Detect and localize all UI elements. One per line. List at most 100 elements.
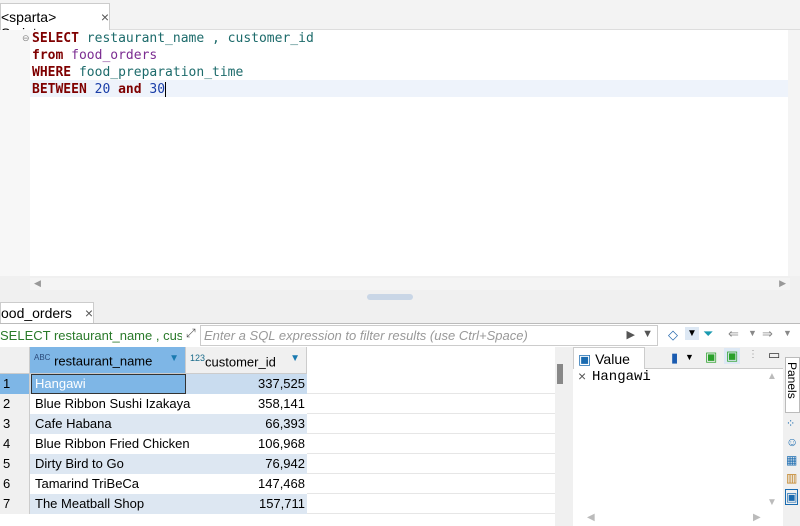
editor-gutter: ⊖ (0, 30, 30, 276)
horizontal-scrollbar[interactable]: ◀ ▶ (30, 278, 790, 290)
cell-restaurant-name[interactable]: Dirty Bird to Go (35, 456, 124, 471)
panel-sash[interactable] (367, 294, 413, 300)
text-type-icon: ABC (34, 353, 51, 362)
close-icon[interactable]: × (578, 368, 586, 384)
history-dropdown-icon[interactable]: ▼ (642, 328, 653, 340)
row-number: 3 (3, 416, 11, 431)
panels-toggle[interactable]: Panels (785, 357, 800, 413)
cell-restaurant-name[interactable]: The Meatball Shop (35, 496, 144, 511)
keyword: SELECT (32, 31, 79, 46)
column-name: customer_id (205, 354, 276, 370)
row-number: 5 (3, 456, 11, 471)
scroll-left-icon[interactable]: ◀ (587, 512, 595, 523)
expand-icon[interactable]: ⤢ (186, 326, 196, 341)
tab-script[interactable]: <sparta> Script × (0, 3, 110, 41)
more-icon[interactable]: ⋮ (748, 349, 758, 360)
auto-save-icon[interactable]: ▣ (724, 348, 741, 364)
run-filter-icon[interactable]: ▶ (627, 328, 635, 341)
save-icon[interactable]: ▣ (705, 349, 717, 365)
content-viewer-icon[interactable]: ▮ (671, 350, 678, 366)
value-viewer-icon[interactable]: ▣ (785, 489, 799, 505)
text-cursor (165, 82, 167, 97)
right-sidebar: Panels ⁘ ☺ ▦ ▥ ▣ (785, 347, 800, 526)
cell-customer-id[interactable]: 337,525 (258, 376, 305, 391)
value-panel: ▣ Value × ▮ ▼ ▣ ▣ ⋮ ▭ Hangawi ▲ ▼ ◀ ▶ (573, 347, 783, 526)
table-row[interactable]: 2 Blue Ribbon Sushi Izakaya 358,141 (0, 394, 555, 414)
code-line-4: BETWEEN 20 and 30 (32, 81, 167, 98)
back-dropdown-icon[interactable]: ▼ (748, 328, 757, 338)
tab-label: <sparta> Script (1, 9, 57, 41)
back-icon[interactable]: ⇐ (728, 326, 739, 342)
cell-customer-id[interactable]: 106,968 (258, 436, 305, 451)
sql-editor[interactable]: ⊖ SELECT restaurant_name , customer_id f… (0, 30, 800, 276)
filter-icon[interactable]: ⏷ (703, 326, 713, 342)
scroll-up-icon[interactable]: ▲ (767, 371, 777, 382)
column-name: restaurant_name (54, 353, 153, 369)
code-line-1: SELECT restaurant_name , customer_id (32, 30, 314, 47)
number: 20 (94, 82, 111, 97)
tab-results[interactable]: ood_orders 1 × (0, 302, 94, 337)
cell-restaurant-name[interactable]: Cafe Habana (35, 416, 112, 431)
cell-customer-id[interactable]: 358,141 (258, 396, 305, 411)
cell-restaurant-name[interactable]: Blue Ribbon Sushi Izakaya (35, 396, 190, 411)
code-line-3: WHERE food_preparation_time (32, 64, 243, 81)
grouping-icon[interactable]: ▦ (786, 453, 797, 467)
filter-bar: SELECT restaurant_name , custor ⤢ Enter … (0, 323, 800, 347)
row-number: 6 (3, 476, 11, 491)
keyword: and (118, 82, 142, 97)
value-panel-header: ▣ Value × ▮ ▼ ▣ ▣ ⋮ ▭ (573, 347, 783, 384)
value-content[interactable]: Hangawi (592, 369, 651, 385)
sort-icon[interactable]: ▼ (290, 353, 300, 364)
cell-customer-id[interactable]: 76,942 (265, 456, 305, 471)
cell-customer-id[interactable]: 157,711 (259, 496, 305, 511)
cell-customer-id[interactable]: 147,468 (258, 476, 305, 491)
scroll-down-icon[interactable]: ▼ (767, 497, 777, 508)
grid-scrollbar-thumb[interactable] (557, 364, 563, 384)
cell-restaurant-name[interactable]: Tamarind TriBeCa (35, 476, 139, 491)
filter-input[interactable]: Enter a SQL expression to filter results… (200, 325, 658, 346)
column-header-restaurant-name[interactable]: ABC restaurant_name ▼ (30, 347, 186, 374)
table-row[interactable]: 3 Cafe Habana 66,393 (0, 414, 555, 434)
table-row[interactable]: 6 Tamarind TriBeCa 147,468 (0, 474, 555, 494)
row-number: 1 (3, 376, 11, 391)
close-icon[interactable]: × (85, 305, 93, 323)
column-header-customer-id[interactable]: 123customer_id ▼ (186, 347, 307, 374)
eraser-icon[interactable]: ◇ (668, 327, 678, 343)
minimize-icon[interactable]: ▭ (768, 347, 780, 363)
cell-restaurant-name[interactable]: Blue Ribbon Fried Chicken (35, 436, 190, 451)
viewer-dropdown-icon[interactable]: ▼ (685, 352, 694, 362)
row-number: 7 (3, 496, 11, 511)
query-text: SELECT restaurant_name , custor (0, 328, 182, 343)
cell-restaurant-name[interactable]: Hangawi (35, 376, 86, 391)
fold-icon[interactable]: ⊖ (22, 33, 30, 44)
sort-icon[interactable]: ▼ (169, 353, 179, 364)
panels-label: Panels (785, 362, 799, 399)
metadata-icon[interactable]: ⁘ (786, 417, 795, 430)
close-icon[interactable]: × (101, 9, 109, 30)
forward-dropdown-icon[interactable]: ▼ (783, 328, 792, 338)
tab-value[interactable]: ▣ Value × (573, 347, 645, 384)
keyword: WHERE (32, 65, 72, 80)
dropdown-icon[interactable]: ▼ (685, 327, 699, 340)
keyword: from (32, 48, 64, 63)
code-line-2: from food_orders (32, 47, 157, 64)
results-grid: ABC restaurant_name ▼ 123customer_id ▼ 1… (0, 347, 563, 526)
cell-customer-id[interactable]: 66,393 (265, 416, 305, 431)
row-number: 4 (3, 436, 11, 451)
tab-label: ood_orders 1 (1, 305, 72, 337)
tab-label: Value (595, 351, 630, 367)
calc-icon[interactable]: ☺ (786, 435, 798, 449)
table-row[interactable]: 7 The Meatball Shop 157,711 (0, 494, 555, 514)
table-row[interactable]: 5 Dirty Bird to Go 76,942 (0, 454, 555, 474)
forward-icon[interactable]: ⇒ (762, 326, 773, 342)
keyword: BETWEEN (32, 82, 87, 97)
table-row[interactable]: 4 Blue Ribbon Fried Chicken 106,968 (0, 434, 555, 454)
table-name: food_orders (63, 48, 158, 63)
chart-icon[interactable]: ▥ (786, 471, 797, 485)
table-row[interactable]: 1 Hangawi 337,525 (0, 374, 555, 394)
scroll-right-icon[interactable]: ▶ (753, 512, 761, 523)
vertical-scrollbar[interactable] (788, 30, 800, 276)
filter-placeholder: Enter a SQL expression to filter results… (204, 328, 528, 343)
row-number-header (0, 347, 30, 374)
editor-tab-bar: <sparta> Script × (0, 0, 800, 41)
